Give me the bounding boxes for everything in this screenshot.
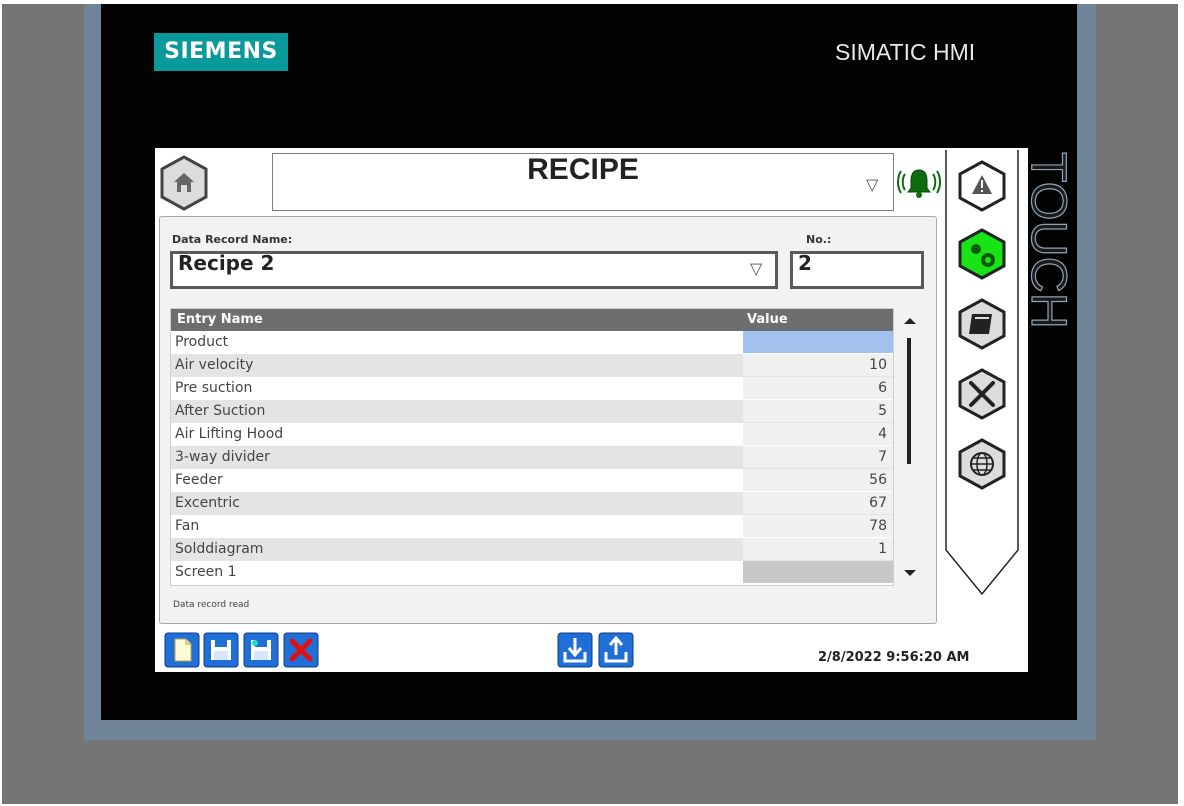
record-number-value: 2 [798, 251, 812, 275]
entry-name: Air Lifting Hood [175, 426, 284, 442]
new-record-button[interactable] [164, 632, 200, 668]
entry-value[interactable]: 56 [743, 469, 893, 491]
table-row[interactable]: Product [171, 331, 893, 354]
touch-label: TOUCH [1022, 151, 1078, 329]
entry-value[interactable] [743, 331, 893, 353]
nav-tools-button[interactable] [958, 368, 1006, 420]
navigation-bar [945, 150, 1019, 596]
recipe-entries-table: Entry Name Value Product Air velocity 10… [170, 308, 894, 586]
entry-name: Pre suction [175, 380, 253, 396]
entry-name: Feeder [175, 472, 223, 488]
home-button[interactable] [159, 155, 209, 211]
entry-name: Fan [175, 518, 200, 534]
record-number-label: No.: [806, 233, 832, 246]
import-button[interactable] [557, 632, 593, 668]
column-header-value: Value [747, 312, 788, 327]
table-row[interactable]: Feeder 56 [171, 469, 893, 492]
entry-name: Air velocity [175, 357, 254, 373]
table-row[interactable]: Pre suction 6 [171, 377, 893, 400]
entry-value[interactable] [743, 561, 893, 583]
column-header-entry-name: Entry Name [177, 312, 263, 327]
touch-label-text: TOUCH [1022, 152, 1077, 329]
data-record-name-label: Data Record Name: [172, 233, 293, 246]
table-scrollbar[interactable] [896, 308, 924, 586]
nav-language-button[interactable] [958, 438, 1006, 490]
entry-value[interactable]: 6 [743, 377, 893, 399]
nav-manual-button[interactable] [958, 298, 1006, 350]
entry-value[interactable]: 1 [743, 538, 893, 560]
export-button[interactable] [598, 632, 634, 668]
chevron-down-icon[interactable]: ▽ [866, 175, 878, 194]
save-icon [211, 640, 231, 660]
save-button[interactable] [203, 632, 239, 668]
table-row[interactable]: Excentric 67 [171, 492, 893, 515]
entry-value[interactable]: 4 [743, 423, 893, 445]
table-row[interactable]: Screen 1 [171, 561, 893, 584]
entry-value[interactable]: 7 [743, 446, 893, 468]
table-row[interactable]: Solddiagram 1 [171, 538, 893, 561]
save-as-button[interactable] [243, 632, 279, 668]
alarm-bell-icon[interactable] [896, 166, 942, 200]
table-row[interactable]: 3-way divider 7 [171, 446, 893, 469]
data-record-value: Recipe 2 [178, 251, 275, 275]
nav-alarms-button[interactable] [958, 160, 1006, 212]
entry-value[interactable]: 5 [743, 400, 893, 422]
table-row[interactable]: Air Lifting Hood 4 [171, 423, 893, 446]
chevron-down-icon[interactable]: ▽ [750, 259, 762, 278]
nav-settings-button[interactable] [958, 228, 1006, 280]
scrollbar-thumb [907, 338, 911, 464]
date-time: 2/8/2022 9:56:20 AM [818, 650, 970, 665]
table-header: Entry Name Value [171, 309, 893, 331]
table-row[interactable]: Fan 78 [171, 515, 893, 538]
entry-name: Excentric [175, 495, 240, 511]
entry-name: Product [175, 334, 229, 350]
new-record-icon [174, 638, 192, 662]
delete-button[interactable] [283, 632, 319, 668]
manual-book-icon [969, 314, 992, 334]
entry-value[interactable]: 67 [743, 492, 893, 514]
save-as-icon [251, 640, 271, 660]
entry-value[interactable]: 10 [743, 354, 893, 376]
model-label: SIMATIC HMI [835, 39, 976, 65]
table-row[interactable]: Air velocity 10 [171, 354, 893, 377]
entry-value[interactable]: 78 [743, 515, 893, 537]
entry-name: 3-way divider [175, 449, 270, 465]
screen-title: RECIPE [527, 153, 639, 186]
status-text: Data record read [173, 600, 250, 610]
brand-logo: SIEMENS [154, 33, 288, 71]
entry-name: After Suction [175, 403, 266, 419]
entry-name: Screen 1 [175, 564, 237, 580]
entry-name: Solddiagram [175, 541, 264, 557]
table-row[interactable]: After Suction 5 [171, 400, 893, 423]
